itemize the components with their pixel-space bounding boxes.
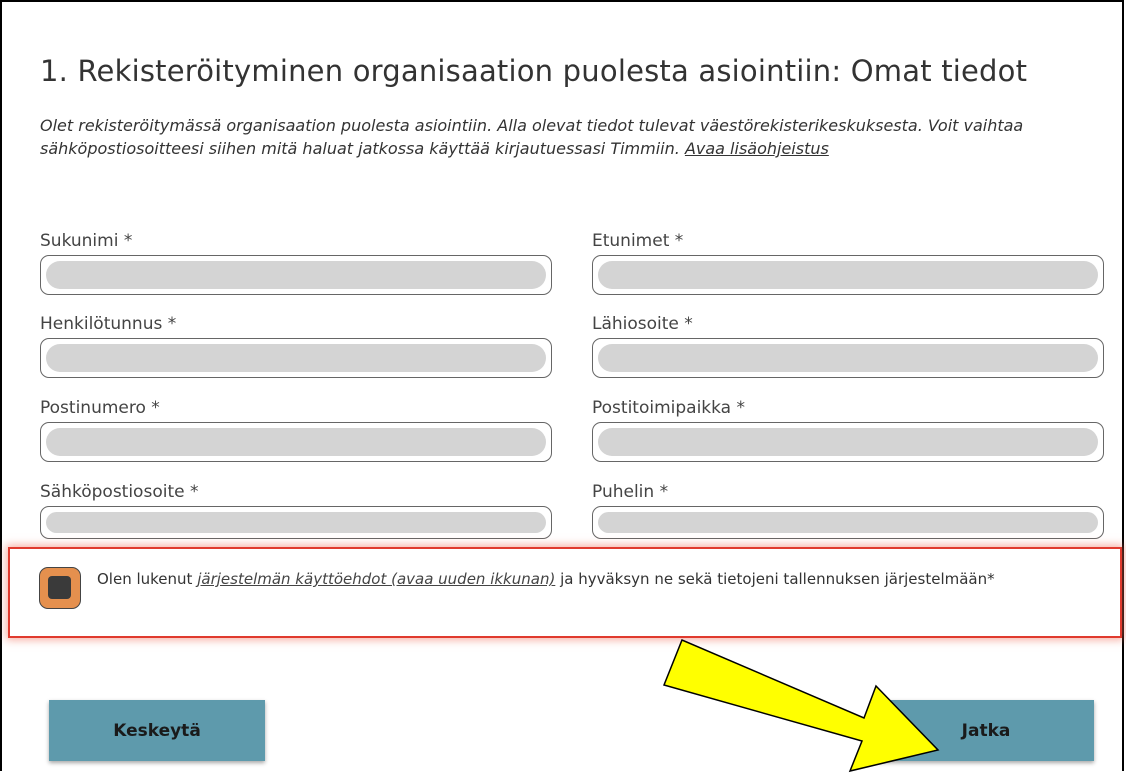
address-field: Lähiosoite * [592,312,1104,378]
firstnames-field: Etunimet * [592,229,1104,295]
postal-code-field: Postinumero * [40,396,552,462]
page-title: 1. Rekisteröityminen organisaation puole… [40,54,1028,88]
address-value [598,344,1098,372]
consent-text-before: Olen lukenut [97,570,193,588]
ssn-label: Henkilötunnus * [40,314,177,334]
intro-description: Olet rekisteröitymässä organisaation puo… [40,116,1024,158]
terms-consent-text: Olen lukenut järjestelmän käyttöehdot (a… [97,569,1097,590]
firstnames-input[interactable] [592,255,1104,295]
postal-code-input[interactable] [40,422,552,462]
postal-code-value [46,428,546,456]
terms-link[interactable]: järjestelmän käyttöehdot (avaa uuden ikk… [197,570,555,588]
ssn-value [46,344,546,372]
checkbox-mark [48,576,71,599]
city-value [598,428,1098,456]
phone-value [598,512,1098,533]
firstnames-value [598,261,1098,289]
help-link[interactable]: Avaa lisäohjeistus [685,139,829,158]
phone-input[interactable] [592,506,1104,539]
phone-label: Puhelin * [592,482,669,502]
firstnames-label: Etunimet * [592,231,684,251]
next-button[interactable]: Jatka [878,700,1094,761]
ssn-field: Henkilötunnus * [40,312,552,378]
email-input[interactable] [40,506,552,539]
intro-text: Olet rekisteröitymässä organisaation puo… [40,114,1080,160]
city-label: Postitoimipaikka * [592,398,746,418]
terms-checkbox[interactable] [39,567,81,609]
cancel-button[interactable]: Keskeytä [49,700,265,761]
postal-code-label: Postinumero * [40,398,160,418]
address-label: Lähiosoite * [592,314,693,334]
consent-text-after: ja hyväksyn ne sekä tietojeni tallennuks… [560,570,995,588]
surname-field: Sukunimi * [40,229,552,295]
email-field: Sähköpostiosoite * [40,480,552,539]
phone-field: Puhelin * [592,480,1104,539]
ssn-input[interactable] [40,338,552,378]
city-input[interactable] [592,422,1104,462]
address-input[interactable] [592,338,1104,378]
terms-consent-highlight: Olen lukenut järjestelmän käyttöehdot (a… [8,547,1122,638]
surname-value [46,261,546,289]
city-field: Postitoimipaikka * [592,396,1104,462]
surname-label: Sukunimi * [40,231,133,251]
email-value [46,512,546,533]
email-label: Sähköpostiosoite * [40,482,199,502]
surname-input[interactable] [40,255,552,295]
